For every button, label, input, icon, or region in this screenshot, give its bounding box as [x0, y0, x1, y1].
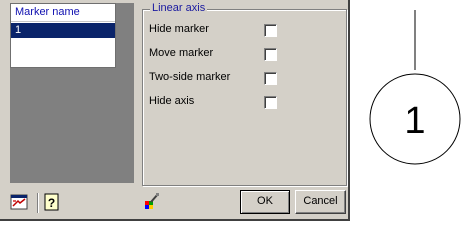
linear-axis-legend: Linear axis: [150, 2, 208, 14]
marker-settings-icon[interactable]: [10, 193, 28, 214]
marker-list[interactable]: Marker name 1: [10, 3, 116, 68]
marker-list-header[interactable]: Marker name: [11, 4, 115, 22]
toolbar-separator: [37, 193, 39, 213]
marker-preview: 1: [369, 10, 461, 165]
color-picker-icon[interactable]: [143, 192, 161, 213]
move-marker-checkbox[interactable]: [264, 48, 277, 61]
hide-axis-checkbox[interactable]: [264, 96, 277, 109]
svg-text:?: ?: [48, 196, 55, 210]
hide-marker-label: Hide marker: [149, 23, 209, 35]
move-marker-label: Move marker: [149, 47, 214, 59]
two-side-marker-label: Two-side marker: [149, 71, 231, 83]
marker-list-panel: Marker name 1: [10, 3, 134, 183]
linear-axis-group: Linear axis Hide marker Move marker Two-…: [142, 2, 347, 186]
hide-marker-checkbox[interactable]: [264, 24, 277, 37]
help-icon[interactable]: ?: [43, 193, 61, 214]
two-side-marker-checkbox[interactable]: [264, 72, 277, 85]
cancel-button[interactable]: Cancel: [295, 190, 346, 214]
marker-list-row-selected[interactable]: 1: [11, 23, 115, 38]
hide-axis-label: Hide axis: [149, 95, 195, 107]
marker-preview-label: 1: [404, 100, 425, 142]
marker-dialog: Marker name 1 Linear axis Hide marker Mo…: [0, 0, 350, 221]
ok-button[interactable]: OK: [240, 190, 290, 214]
